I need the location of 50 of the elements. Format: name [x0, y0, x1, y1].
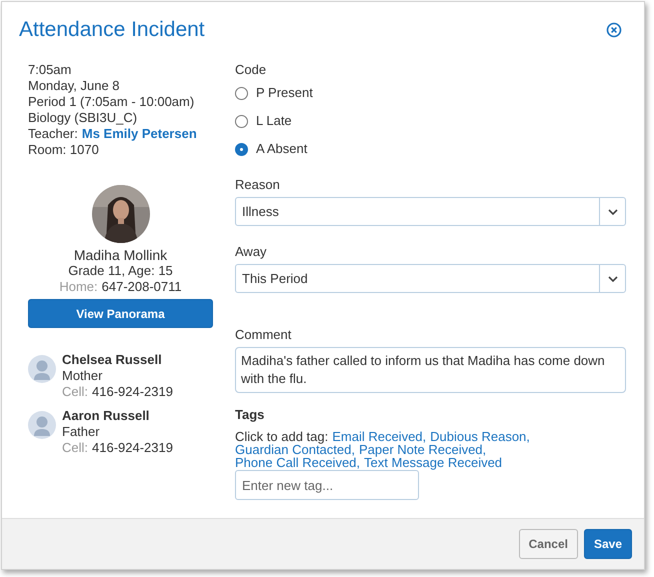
avatar-icon [28, 411, 56, 439]
lesson-period: Period 1 (7:05am - 10:00am) [28, 94, 196, 110]
radio-label: P Present [256, 85, 313, 101]
close-icon[interactable] [606, 22, 622, 38]
teacher-label: Teacher: [28, 126, 78, 142]
dialog-title: Attendance Incident [19, 18, 205, 42]
save-button[interactable]: Save [584, 529, 632, 559]
lesson-course: Biology (SBI3U_C) [28, 110, 138, 126]
tag-link[interactable]: Guardian Contacted, [235, 443, 355, 456]
new-tag-field[interactable]: Enter new tag... [235, 470, 419, 500]
contact-name: Aaron Russell [62, 408, 150, 424]
field-label: Reason [235, 177, 281, 193]
caret-icon [608, 276, 618, 282]
tag-link[interactable]: Paper Note Received, [358, 443, 486, 456]
contact-name: Chelsea Russell [62, 352, 163, 368]
caret-icon [608, 208, 618, 214]
phone-label: Cell: [62, 440, 88, 456]
reason-dropdown[interactable]: Illness [235, 197, 626, 226]
tag-link[interactable]: Phone Call Received, [235, 456, 360, 469]
radio-label: A Absent [256, 141, 308, 157]
radio-button[interactable] [235, 142, 248, 156]
lesson-time: 7:05am [28, 62, 72, 78]
phone-label: Cell: [62, 384, 88, 400]
field-label: Comment [235, 327, 292, 343]
phone-label: Home: [59, 279, 98, 295]
field-label: Away [235, 244, 268, 260]
field-label: Code [235, 62, 268, 78]
radio-button[interactable] [235, 86, 248, 100]
cancel-button[interactable]: Cancel [518, 529, 578, 559]
tags-label: Tags [235, 407, 266, 423]
lesson-date: Monday, June 8 [28, 78, 121, 94]
radio-label: L Late [256, 113, 292, 129]
contact-relation: Father [62, 424, 101, 440]
avatar-icon [28, 355, 56, 383]
student-name: Madiha Mollink [74, 247, 168, 263]
tag-link[interactable]: Email Received, [332, 430, 426, 443]
radio-button[interactable] [235, 114, 248, 128]
teacher-link[interactable]: Ms Emily Petersen [82, 126, 197, 142]
tags-prompt: Click to add tag: [235, 430, 328, 443]
comment-field[interactable]: Madiha's father called to inform us that Madiha has come down with the flu. [235, 347, 626, 393]
phone-number: 416-924-2319 [92, 440, 173, 456]
tag-link[interactable]: Text Message Received [364, 456, 502, 469]
lesson-room: Room: 1070 [28, 142, 100, 158]
away-dropdown[interactable]: This Period [235, 264, 626, 293]
tag-link[interactable]: Dubious Reason, [430, 430, 530, 443]
phone-number: 647-208-0711 [102, 279, 182, 295]
student-grade: Grade 11, Age: 15 [68, 263, 173, 279]
contact-relation: Mother [62, 368, 104, 384]
view-panorama-button[interactable]: View Panorama [28, 299, 213, 328]
phone-number: 416-924-2319 [92, 384, 173, 400]
